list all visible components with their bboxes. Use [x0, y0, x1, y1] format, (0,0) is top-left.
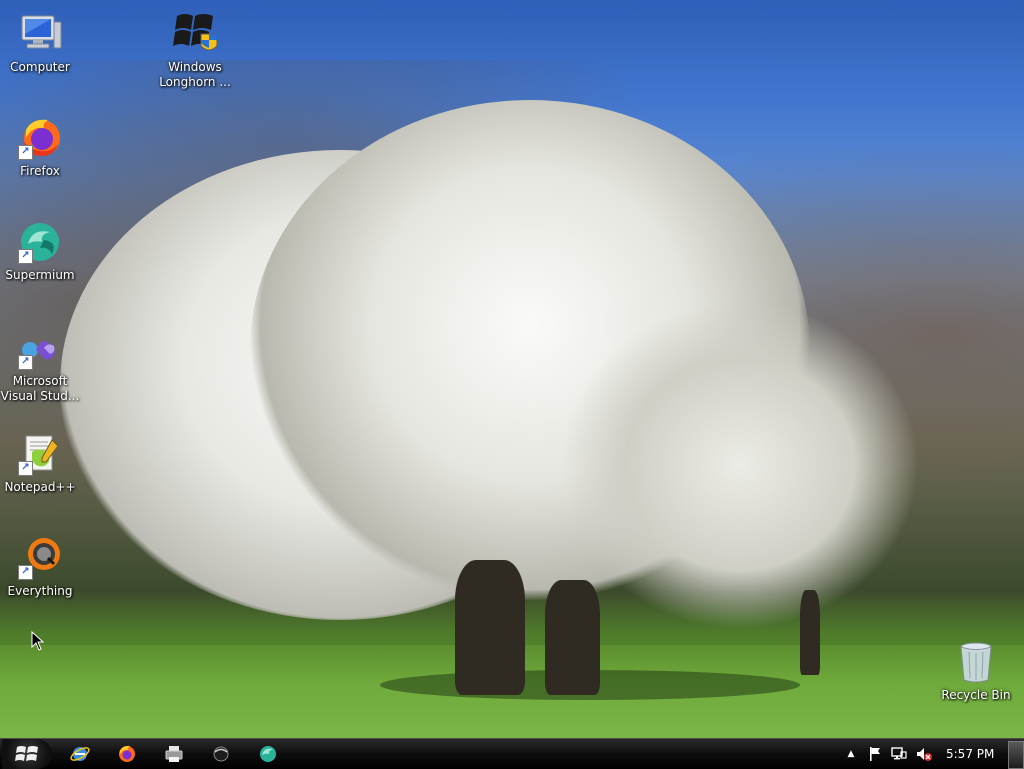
desktop-icon-label: Everything [7, 584, 73, 598]
network-icon [891, 747, 907, 760]
tree-trunk [800, 590, 820, 675]
desktop-icon-label: Computer [10, 60, 70, 74]
chevron-up-icon: ▲ [847, 749, 855, 759]
visual-studio-icon: ↗ [18, 326, 62, 370]
desktop-icon-computer[interactable]: Computer [0, 8, 80, 75]
network-status[interactable] [890, 745, 908, 763]
recycle-bin-icon [954, 640, 998, 684]
blossom-canopy-right [560, 300, 920, 630]
taskbar: ▲ 5:57 PM [0, 738, 1024, 769]
desktop-icon-label: Firefox [20, 164, 60, 178]
supermium-icon: ↗ [18, 220, 62, 264]
show-hidden-icons-button[interactable]: ▲ [844, 745, 858, 763]
windows-flag-icon [171, 8, 219, 56]
desktop-icon-visual-studio[interactable]: ↗ Microsoft Visual Stud... [0, 322, 80, 404]
desktop-icon-label: Recycle Bin [941, 688, 1011, 702]
firefox-icon [119, 745, 135, 762]
volume-muted-icon [917, 748, 932, 761]
taskbar-supermium[interactable] [256, 743, 280, 765]
windows-start-orb-icon [15, 746, 38, 761]
desktop-icon-windows-longhorn[interactable]: Windows Longhorn ... [155, 4, 235, 90]
taskbar-internet-explorer[interactable] [68, 743, 92, 765]
desktop-wallpaper: Computer Windows Longhorn ... ↗ Firefox … [0, 0, 1024, 738]
desktop-icon-everything[interactable]: ↗ Everything [0, 532, 80, 599]
firefox-icon: ↗ [18, 116, 62, 160]
taskbar-clock[interactable]: 5:57 PM [946, 739, 994, 769]
printer-icon [165, 746, 183, 762]
desktop-icon-label: Notepad++ [4, 480, 76, 494]
shortcut-arrow-icon: ↗ [18, 249, 33, 264]
desktop-icon-firefox[interactable]: ↗ Firefox [0, 112, 80, 179]
media-orb-icon [213, 746, 229, 762]
internet-explorer-icon [70, 747, 90, 761]
volume-control[interactable] [914, 745, 934, 763]
supermium-icon [260, 746, 276, 762]
desktop-icon-label: Microsoft Visual Stud... [0, 374, 80, 403]
taskbar-printer[interactable] [162, 743, 186, 765]
desktop-icon-supermium[interactable]: ↗ Supermium [0, 216, 80, 283]
shortcut-arrow-icon: ↗ [18, 145, 33, 160]
shortcut-arrow-icon: ↗ [18, 355, 33, 370]
computer-icon [18, 12, 62, 56]
desktop-icon-recycle-bin[interactable]: Recycle Bin [936, 636, 1016, 703]
desktop-icon-label: Supermium [5, 268, 75, 282]
desktop-icon-notepad-plus-plus[interactable]: ↗ Notepad++ [0, 428, 80, 495]
everything-search-icon: ↗ [18, 536, 62, 580]
start-button[interactable] [2, 739, 52, 769]
flag-icon [870, 747, 880, 761]
notepad-plus-plus-icon: ↗ [18, 432, 62, 476]
shortcut-arrow-icon: ↗ [18, 461, 33, 476]
desktop-icon-label: Windows Longhorn ... [159, 60, 231, 89]
taskbar-firefox[interactable] [115, 743, 139, 765]
taskbar-media-player[interactable] [209, 743, 233, 765]
mouse-cursor-icon [31, 631, 45, 651]
show-desktop-button[interactable] [1008, 741, 1024, 769]
tree-trunk [455, 560, 525, 695]
tree-trunk [545, 580, 600, 695]
shortcut-arrow-icon: ↗ [18, 565, 33, 580]
action-center-flag[interactable] [866, 745, 884, 763]
